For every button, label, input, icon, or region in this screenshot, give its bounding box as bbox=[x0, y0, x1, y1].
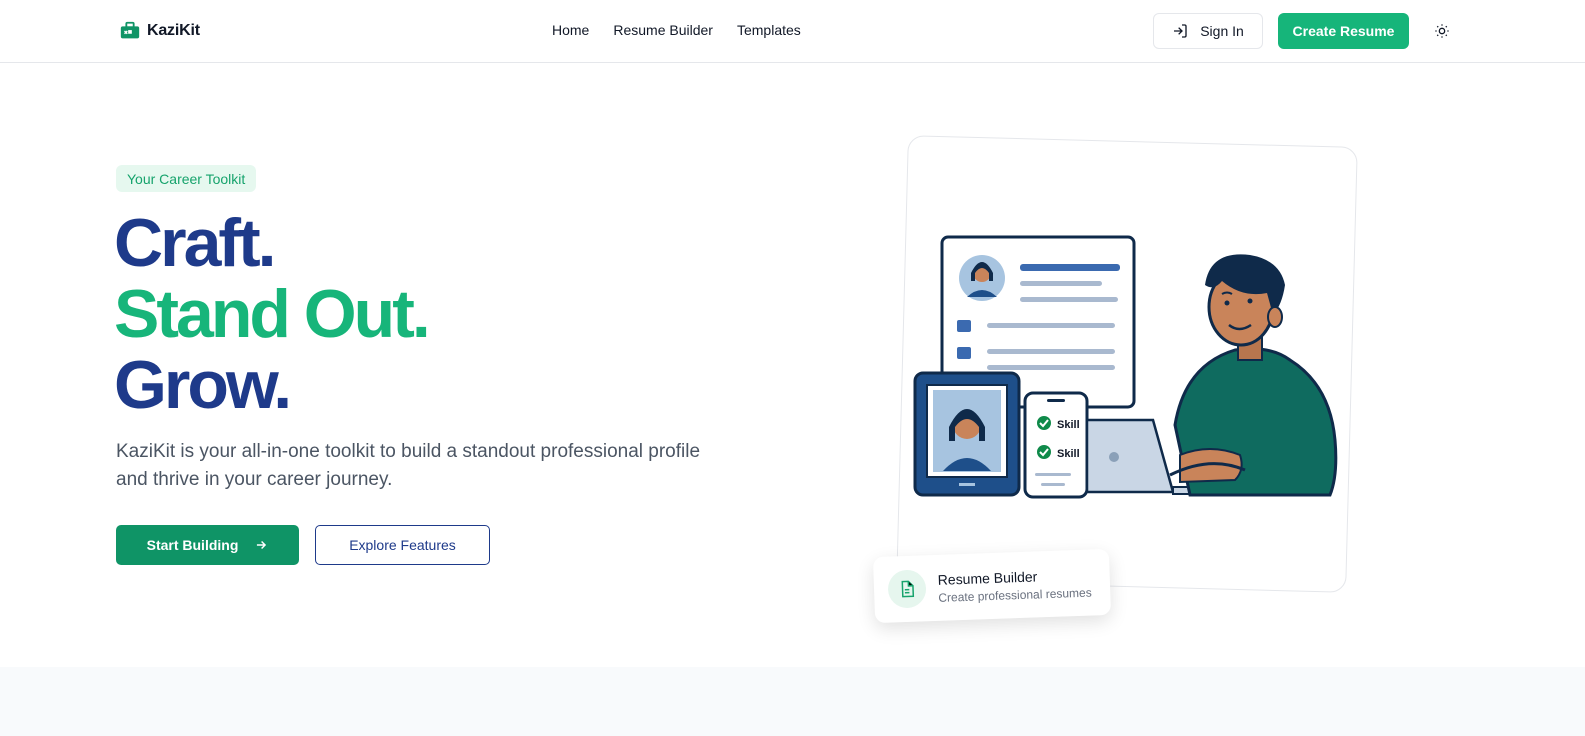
brand-logo[interactable]: KaziKit bbox=[119, 20, 200, 42]
main-nav: Home Resume Builder Templates bbox=[552, 22, 801, 38]
brand-name: KaziKit bbox=[147, 22, 200, 39]
resume-illustration: Skill Skill bbox=[913, 235, 1338, 499]
next-section-band bbox=[0, 667, 1585, 736]
skill-label-1: Skill bbox=[1057, 419, 1080, 431]
create-resume-button[interactable]: Create Resume bbox=[1278, 13, 1409, 49]
start-building-label: Start Building bbox=[146, 537, 239, 553]
nav-templates[interactable]: Templates bbox=[737, 22, 801, 38]
feature-card-subtitle: Create professional resumes bbox=[938, 585, 1092, 605]
headline-line-3: Grow. bbox=[114, 347, 292, 423]
sign-in-button[interactable]: Sign In bbox=[1153, 13, 1263, 49]
arrow-right-icon bbox=[257, 540, 267, 550]
hero-description: KaziKit is your all-in-one toolkit to bu… bbox=[116, 441, 701, 490]
document-icon bbox=[887, 569, 927, 609]
toolbox-icon bbox=[120, 21, 140, 39]
hero-headline: Craft. Stand Out. Grow. bbox=[114, 205, 431, 423]
sign-in-icon bbox=[1174, 24, 1187, 38]
sun-icon bbox=[1435, 24, 1449, 38]
tablet-graphic bbox=[913, 371, 1021, 497]
feature-card-title: Resume Builder bbox=[937, 567, 1038, 588]
sign-in-label: Sign In bbox=[1200, 23, 1244, 39]
phone-graphic bbox=[1023, 391, 1089, 499]
person-graphic bbox=[1169, 254, 1338, 497]
headline-line-2: Stand Out. bbox=[114, 276, 431, 352]
skill-label-2: Skill bbox=[1057, 448, 1080, 460]
headline-line-1: Craft. bbox=[114, 205, 277, 281]
start-building-button[interactable]: Start Building bbox=[116, 525, 299, 565]
hero-badge: Your Career Toolkit bbox=[116, 165, 257, 192]
theme-toggle[interactable] bbox=[1432, 21, 1452, 41]
nav-resume-builder[interactable]: Resume Builder bbox=[613, 22, 713, 38]
top-nav-bar: KaziKit Home Resume Builder Templates Si… bbox=[0, 0, 1585, 63]
feature-card-text: Resume Builder Create professional resum… bbox=[937, 566, 1091, 604]
explore-features-button[interactable]: Explore Features bbox=[315, 525, 490, 565]
resume-builder-feature-card: Resume Builder Create professional resum… bbox=[872, 548, 1112, 624]
nav-home[interactable]: Home bbox=[552, 22, 589, 38]
